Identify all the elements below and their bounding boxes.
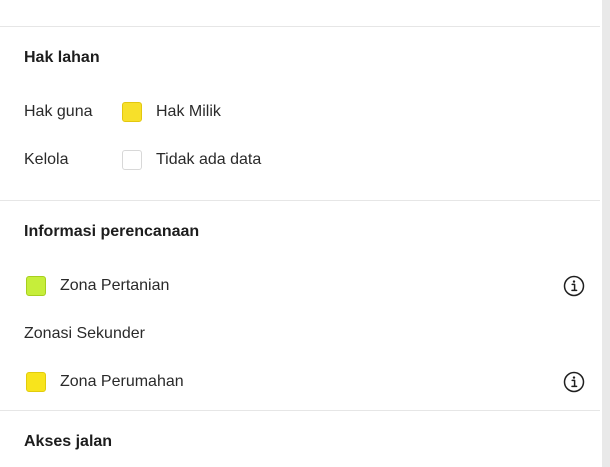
scrollbar-track[interactable] — [602, 0, 610, 467]
residential-zone-swatch — [26, 372, 46, 392]
usage-right-label: Hak guna — [24, 103, 93, 120]
manage-value: Tidak ada data — [156, 151, 262, 168]
road-access-title: Akses jalan — [24, 433, 113, 450]
planning-title: Informasi perencanaan — [24, 223, 200, 240]
residential-zone-label: Zona Perumahan — [60, 373, 184, 390]
info-icon[interactable] — [563, 371, 585, 393]
manage-swatch — [122, 150, 142, 170]
land-rights-title: Hak lahan — [24, 49, 100, 66]
usage-right-swatch — [122, 102, 142, 122]
section-divider-1 — [0, 200, 600, 201]
info-icon[interactable] — [563, 275, 585, 297]
land-info-panel: Hak lahan Hak guna Hak Milik Kelola Tida… — [0, 0, 600, 467]
manage-label: Kelola — [24, 151, 69, 168]
agriculture-zone-label: Zona Pertanian — [60, 277, 170, 294]
top-divider — [0, 26, 600, 27]
section-divider-2 — [0, 410, 600, 411]
agriculture-zone-swatch — [26, 276, 46, 296]
usage-right-value: Hak Milik — [156, 103, 221, 120]
secondary-zoning-heading: Zonasi Sekunder — [24, 325, 145, 342]
